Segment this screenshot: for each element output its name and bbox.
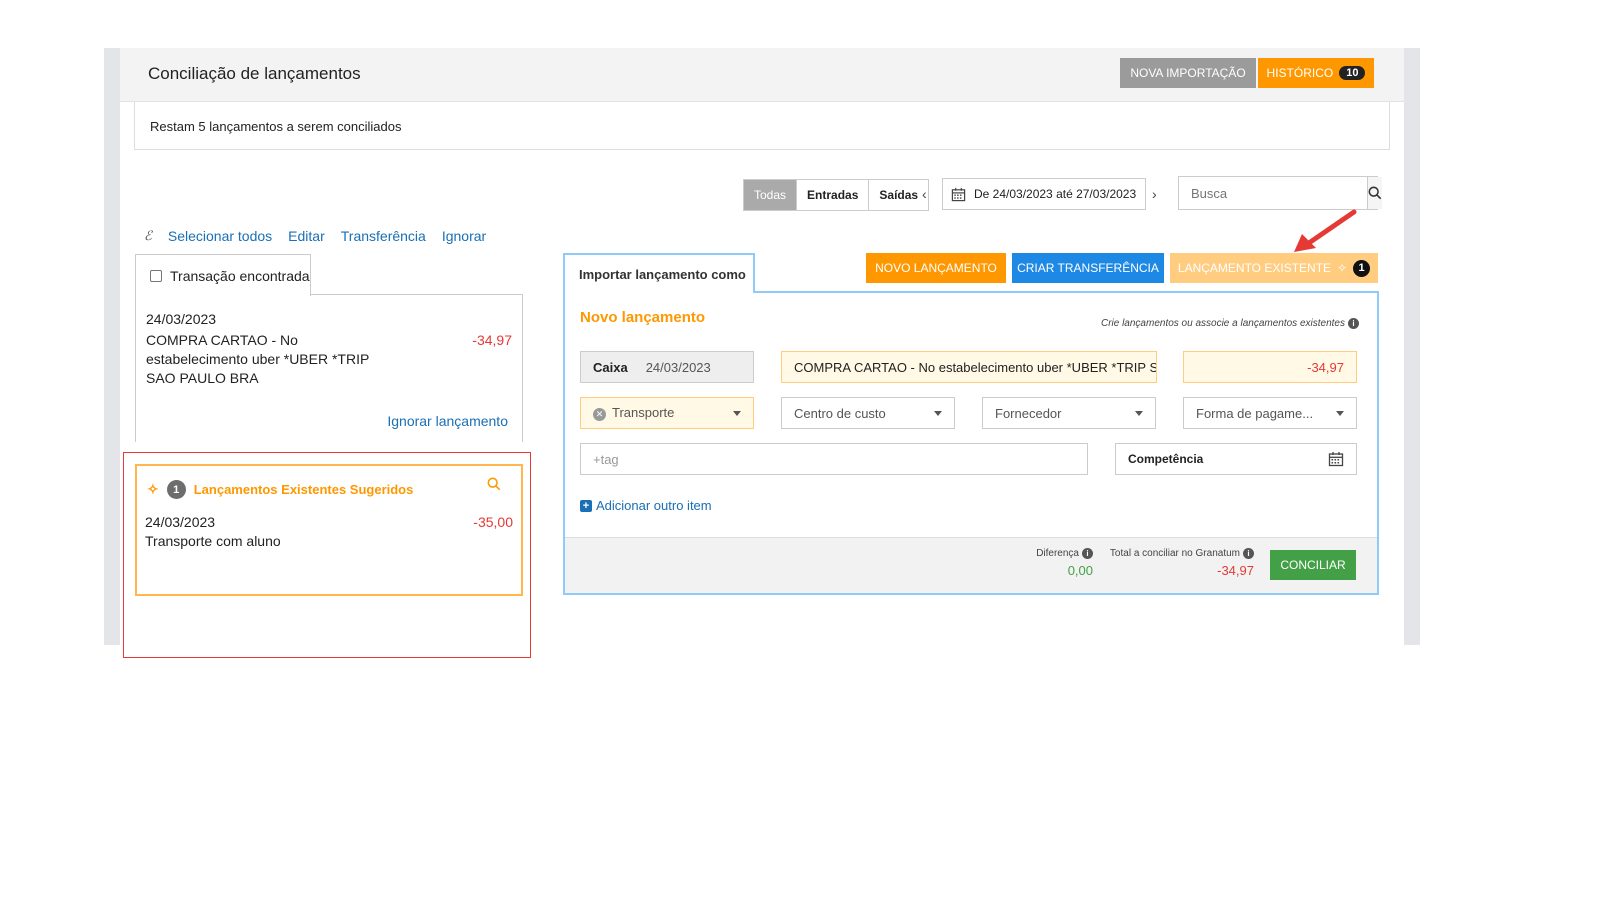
chevron-left-icon[interactable]: ‹	[922, 186, 927, 202]
difference-block: Diferença i 0,00	[1035, 548, 1093, 578]
difference-value: 0,00	[1067, 563, 1093, 578]
payment-method-select[interactable]: Forma de pagame...	[1183, 397, 1357, 429]
sparkle-icon: ✧	[1337, 261, 1348, 275]
transaction-date: 24/03/2023	[146, 311, 217, 327]
category-value: ✕ Transporte	[593, 405, 674, 421]
total-label: Total a conciliar no Granatum	[1109, 548, 1240, 559]
nova-importacao-button[interactable]: NOVA IMPORTAÇÃO	[1120, 58, 1256, 88]
total-block: Total a conciliar no Granatum i -34,97	[1108, 548, 1254, 578]
chevron-right-icon[interactable]: ›	[1152, 186, 1157, 202]
supplier-label: Fornecedor	[995, 405, 1062, 421]
section-title: Novo lançamento	[580, 309, 706, 326]
date-range-picker[interactable]: De 24/03/2023 até 27/03/2023	[942, 178, 1146, 210]
competencia-field[interactable]: Competência	[1115, 443, 1357, 475]
chevron-down-icon	[1336, 410, 1344, 416]
action-links: ℰ Selecionar todos Editar Transferência …	[144, 228, 486, 244]
hint-text: Crie lançamentos ou associe a lançamento…	[1101, 318, 1359, 329]
chevron-down-icon	[733, 410, 741, 416]
historico-button[interactable]: HISTÓRICO 10	[1258, 58, 1374, 88]
highlight-box-annotation	[123, 452, 531, 658]
search-button[interactable]	[1367, 177, 1382, 209]
date-range-text: De 24/03/2023 até 27/03/2023	[974, 187, 1137, 201]
filter-todas[interactable]: Todas	[744, 180, 798, 210]
transaction-tab[interactable]: Transação encontrada	[135, 254, 311, 296]
supplier-select[interactable]: Fornecedor	[982, 397, 1156, 429]
search-box	[1178, 176, 1382, 210]
info-icon[interactable]: i	[1082, 548, 1093, 559]
cost-center-label: Centro de custo	[794, 405, 886, 421]
remaining-text: Restam 5 lançamentos a serem conciliados	[150, 119, 402, 134]
conciliar-button[interactable]: CONCILIAR	[1270, 550, 1356, 580]
calendar-icon	[951, 187, 966, 201]
ignore-transaction-link[interactable]: Ignorar lançamento	[387, 413, 508, 429]
transaction-card: 24/03/2023 COMPRA CARTAO - No estabeleci…	[135, 294, 523, 442]
tag-input[interactable]: +tag	[580, 443, 1088, 475]
difference-label-row: Diferença i	[1035, 548, 1093, 559]
select-all-link[interactable]: Selecionar todos	[168, 228, 272, 244]
historico-count-badge: 10	[1339, 66, 1366, 80]
header-bar: Conciliação de lançamentos NOVA IMPORTAÇ…	[120, 48, 1404, 102]
lancamento-existente-count-badge: 1	[1353, 259, 1371, 277]
import-as-tab[interactable]: Importar lançamento como	[563, 253, 755, 293]
competencia-label: Competência	[1128, 452, 1204, 466]
novo-lancamento-button[interactable]: NOVO LANÇAMENTO	[866, 253, 1006, 283]
transaction-checkbox[interactable]	[150, 269, 162, 282]
account-field: Caixa 24/03/2023	[580, 351, 754, 383]
calendar-icon[interactable]	[1328, 451, 1344, 467]
category-select[interactable]: ✕ Transporte	[580, 397, 754, 429]
filter-tabs: Todas Entradas Saídas	[743, 179, 930, 211]
plus-icon: +	[580, 499, 592, 512]
entry-date: 24/03/2023	[645, 359, 711, 375]
account-label: Caixa	[593, 359, 628, 375]
import-panel: Novo lançamento Crie lançamentos ou asso…	[563, 291, 1379, 595]
category-label: Transporte	[612, 405, 675, 420]
info-icon[interactable]: i	[1243, 548, 1254, 559]
total-label-row: Total a conciliar no Granatum i	[1108, 548, 1254, 559]
transfer-link[interactable]: Transferência	[341, 228, 426, 244]
difference-label: Diferença	[1036, 548, 1079, 559]
clear-icon[interactable]: ✕	[593, 408, 606, 421]
filter-entradas[interactable]: Entradas	[797, 180, 870, 210]
search-icon	[1368, 186, 1382, 200]
link-icon: ℰ	[144, 228, 152, 243]
payment-method-label: Forma de pagame...	[1196, 405, 1314, 421]
page-title: Conciliação de lançamentos	[148, 64, 361, 83]
lancamento-existente-label: LANÇAMENTO EXISTENTE	[1177, 261, 1332, 275]
amount-input[interactable]: -34,97	[1183, 351, 1357, 383]
add-item-link[interactable]: + Adicionar outro item	[580, 498, 712, 513]
ignore-link[interactable]: Ignorar	[442, 228, 486, 244]
transaction-amount: -34,97	[472, 332, 512, 348]
red-arrow-annotation	[1294, 209, 1357, 252]
total-value: -34,97	[1217, 563, 1254, 578]
chevron-down-icon	[934, 410, 942, 416]
historico-label: HISTÓRICO	[1266, 66, 1334, 80]
hint-label: Crie lançamentos ou associe a lançamento…	[1100, 318, 1345, 329]
transaction-description: COMPRA CARTAO - No estabelecimento uber …	[146, 332, 370, 386]
criar-transferencia-button[interactable]: CRIAR TRANSFERÊNCIA	[1012, 253, 1164, 283]
info-box: Restam 5 lançamentos a serem conciliados	[134, 102, 1390, 150]
edit-link[interactable]: Editar	[288, 228, 325, 244]
transaction-tab-label: Transação encontrada	[170, 267, 310, 284]
filter-saidas[interactable]: Saídas	[869, 180, 929, 210]
lancamento-existente-button[interactable]: LANÇAMENTO EXISTENTE ✧ 1	[1170, 253, 1378, 283]
add-item-label: Adicionar outro item	[596, 498, 712, 513]
chevron-down-icon	[1135, 410, 1143, 416]
cost-center-select[interactable]: Centro de custo	[781, 397, 955, 429]
search-input[interactable]	[1179, 177, 1367, 209]
footer-bar: Diferença i 0,00 Total a conciliar no Gra…	[565, 537, 1377, 593]
info-icon[interactable]: i	[1348, 318, 1359, 329]
description-input[interactable]: COMPRA CARTAO - No estabelecimento uber …	[781, 351, 1157, 383]
